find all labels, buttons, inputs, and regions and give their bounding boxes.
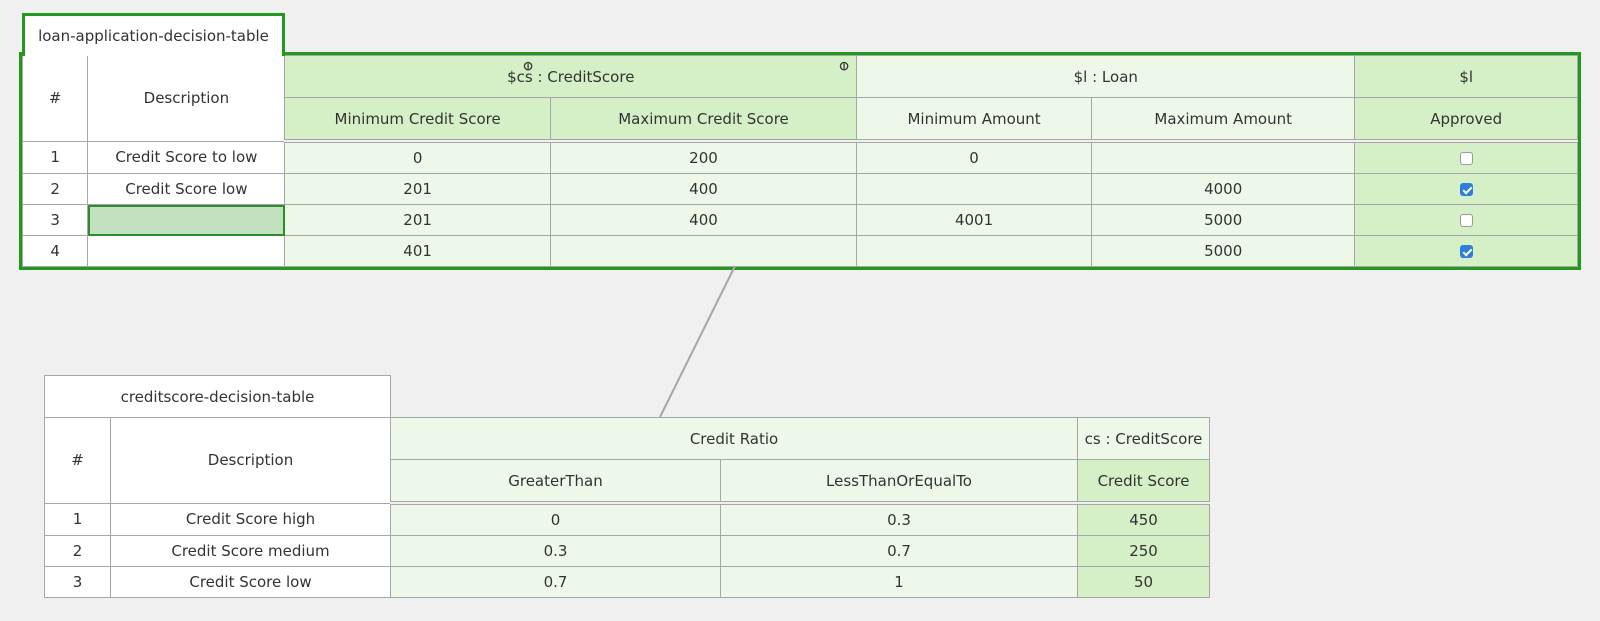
table-row: 1 Credit Score to low 0 200 0 (21, 140, 1578, 174)
description-cell[interactable]: Credit Score to low (87, 140, 286, 174)
min-amount-cell[interactable]: 4001 (856, 204, 1092, 236)
min-credit-score-cell[interactable]: 401 (284, 235, 551, 267)
max-credit-score-cell[interactable] (549, 235, 858, 267)
min-amount-cell[interactable] (856, 235, 1092, 267)
greater-than-cell[interactable]: 0 (390, 502, 721, 536)
table-row: 4 401 5000 (21, 235, 1578, 267)
pattern-header-loan[interactable]: $l : Loan (856, 55, 1356, 98)
credit-score-cell[interactable]: 50 (1077, 566, 1211, 598)
description-cell[interactable]: Credit Score low (87, 173, 286, 205)
approved-cell[interactable] (1354, 235, 1578, 267)
approved-checkbox[interactable] (1459, 245, 1473, 258)
min-credit-score-cell[interactable]: 201 (284, 173, 551, 205)
max-amount-cell[interactable]: 4000 (1090, 173, 1356, 205)
link-icon[interactable]: ⊘ (836, 57, 854, 75)
creditscore-table-name-tab[interactable]: creditscore-decision-table (44, 375, 391, 418)
column-header-greater-than[interactable]: GreaterThan (390, 459, 721, 505)
approved-cell[interactable] (1354, 204, 1578, 236)
creditscore-table-name: creditscore-decision-table (120, 388, 315, 406)
row-number[interactable]: 4 (21, 235, 89, 267)
table-row: 2 Credit Score medium 0.3 0.7 250 (44, 535, 1211, 567)
less-than-or-equal-cell[interactable]: 1 (719, 566, 1079, 598)
approved-checkbox[interactable] (1459, 183, 1473, 196)
row-number[interactable]: 3 (21, 204, 89, 236)
approved-cell[interactable] (1354, 173, 1578, 205)
credit-score-cell[interactable]: 450 (1077, 502, 1211, 536)
description-cell[interactable]: Credit Score medium (110, 535, 391, 567)
description-cell[interactable] (87, 235, 286, 267)
row-number[interactable]: 2 (44, 535, 111, 567)
approved-cell[interactable] (1354, 140, 1578, 174)
table-row: 2 Credit Score low 201 400 4000 (21, 173, 1578, 205)
pattern-header-creditscore[interactable]: cs : CreditScore (1077, 417, 1211, 460)
greater-than-cell[interactable]: 0.3 (390, 535, 721, 567)
row-number[interactable]: 1 (21, 140, 89, 174)
table-row: 3 201 400 4001 5000 (21, 204, 1578, 236)
description-cell[interactable]: Credit Score high (110, 502, 391, 536)
column-header-approved[interactable]: Approved (1354, 97, 1578, 143)
description-header[interactable]: Description (87, 55, 286, 142)
row-number[interactable]: 3 (44, 566, 111, 598)
row-number[interactable]: 2 (21, 173, 89, 205)
pattern-header-creditscore[interactable]: $cs : CreditScore ⊘ ⊘ (284, 55, 858, 98)
description-cell-selected[interactable] (87, 204, 286, 236)
description-cell[interactable]: Credit Score low (110, 566, 391, 598)
row-number-header[interactable]: # (44, 417, 111, 504)
approved-checkbox[interactable] (1459, 152, 1473, 165)
credit-score-cell[interactable]: 250 (1077, 535, 1211, 567)
max-amount-cell[interactable]: 5000 (1090, 235, 1356, 267)
min-amount-cell[interactable]: 0 (856, 140, 1092, 174)
greater-than-cell[interactable]: 0.7 (390, 566, 721, 598)
min-credit-score-cell[interactable]: 201 (284, 204, 551, 236)
min-amount-cell[interactable] (856, 173, 1092, 205)
max-credit-score-cell[interactable]: 400 (549, 204, 858, 236)
loan-table-name-tab[interactable]: loan-application-decision-table (22, 13, 285, 56)
description-header[interactable]: Description (110, 417, 391, 504)
less-than-or-equal-cell[interactable]: 0.3 (719, 502, 1079, 536)
column-header-less-than-or-equal-to[interactable]: LessThanOrEqualTo (719, 459, 1079, 505)
pattern-header-credit-ratio[interactable]: Credit Ratio (389, 417, 1079, 460)
loan-table-name: loan-application-decision-table (38, 27, 269, 45)
max-credit-score-cell[interactable]: 200 (549, 140, 858, 174)
row-number[interactable]: 1 (44, 502, 111, 536)
creditscore-decision-table[interactable]: # Description Credit Ratio cs : CreditSc… (44, 417, 1211, 598)
approved-checkbox[interactable] (1459, 214, 1473, 227)
column-header-max-credit-score[interactable]: Maximum Credit Score (549, 97, 858, 143)
max-credit-score-cell[interactable]: 400 (549, 173, 858, 205)
row-number-header[interactable]: # (21, 55, 89, 142)
min-credit-score-cell[interactable]: 0 (284, 140, 551, 174)
max-amount-cell[interactable]: 5000 (1090, 204, 1356, 236)
column-header-min-amount[interactable]: Minimum Amount (856, 97, 1092, 143)
action-header[interactable]: $l (1354, 55, 1578, 98)
less-than-or-equal-cell[interactable]: 0.7 (719, 535, 1079, 567)
column-header-max-amount[interactable]: Maximum Amount (1090, 97, 1356, 143)
column-header-min-credit-score[interactable]: Minimum Credit Score (284, 97, 551, 143)
max-amount-cell[interactable] (1090, 140, 1356, 174)
table-row: 3 Credit Score low 0.7 1 50 (44, 566, 1211, 598)
loan-application-decision-table[interactable]: # Description $cs : CreditScore ⊘ ⊘ $l :… (19, 52, 1581, 270)
column-header-credit-score[interactable]: Credit Score (1077, 459, 1211, 505)
table-row: 1 Credit Score high 0 0.3 450 (44, 502, 1211, 536)
